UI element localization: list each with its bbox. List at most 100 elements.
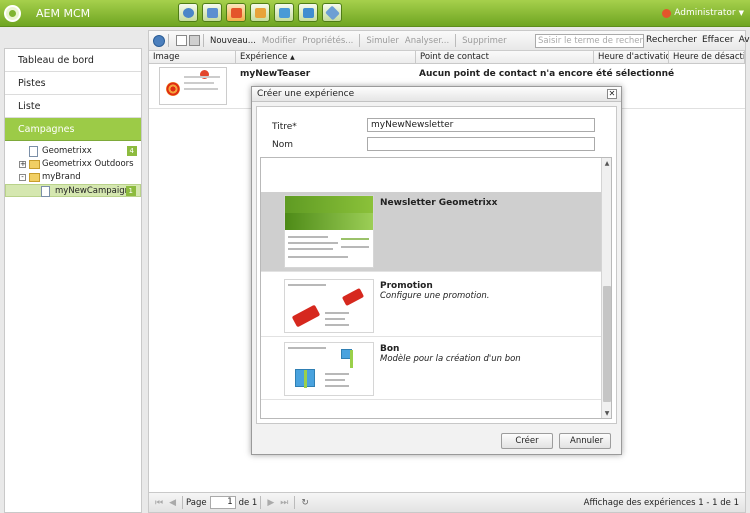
- divider: [455, 34, 457, 47]
- text-line: [325, 324, 349, 326]
- list-view-icon[interactable]: [189, 35, 200, 46]
- text-line: [288, 236, 328, 238]
- dashboard-icon[interactable]: [178, 3, 198, 22]
- template-promotion[interactable]: Promotion Configure une promotion.: [261, 275, 601, 337]
- name-label: Nom: [272, 140, 294, 150]
- photo-icon[interactable]: [274, 3, 294, 22]
- experience-name: myNewTeaser: [240, 69, 311, 79]
- gift-image: [341, 349, 353, 368]
- scroll-down-icon[interactable]: ▼: [603, 410, 611, 418]
- text-line: [341, 246, 369, 248]
- refresh-icon[interactable]: [153, 34, 165, 47]
- template-thumbnail: [284, 195, 374, 268]
- text-line: [184, 76, 220, 78]
- target-icon: [166, 82, 180, 96]
- title-label: Titre*: [272, 122, 297, 132]
- tree-node-mynewcampaign[interactable]: myNewCampaign 1: [5, 184, 141, 197]
- text-line: [325, 318, 345, 320]
- search-button[interactable]: Rechercher: [646, 35, 697, 45]
- template-voucher[interactable]: Bon Modèle pour la création d'un bon: [261, 338, 601, 400]
- tag-icon[interactable]: [322, 3, 342, 22]
- divider: [260, 496, 262, 509]
- template-newsletter[interactable]: Newsletter Geometrixx: [261, 192, 601, 272]
- scrollbar-thumb[interactable]: [603, 286, 611, 402]
- tree-node-geometrixx-outdoors[interactable]: + Geometrixx Outdoors: [5, 158, 141, 171]
- mail-icon[interactable]: [250, 3, 270, 22]
- template-list: Newsletter Geometrixx Promotion Configur…: [260, 157, 612, 419]
- experience-thumbnail: [159, 67, 227, 105]
- create-experience-dialog: Créer une expérience ✕ Titre* myNewNewsl…: [251, 86, 622, 455]
- advanced-button[interactable]: Avancé: [739, 35, 750, 45]
- name-field[interactable]: [367, 137, 595, 151]
- first-page-icon[interactable]: ⏮: [155, 498, 163, 508]
- template-description: Configure une promotion.: [380, 291, 490, 301]
- grid-view-icon[interactable]: [176, 35, 187, 46]
- text-line: [325, 312, 349, 314]
- text-line: [325, 379, 345, 381]
- sidebar-item-dashboard[interactable]: Tableau de bord: [5, 49, 141, 72]
- sidebar-item-campaigns[interactable]: Campagnes: [5, 118, 141, 141]
- user-name: Administrator: [674, 8, 736, 18]
- reports-icon[interactable]: [202, 3, 222, 22]
- scroll-up-icon[interactable]: ▲: [603, 160, 611, 168]
- simulate-button[interactable]: Simuler: [363, 36, 402, 46]
- column-touchpoint[interactable]: Point de contact: [416, 51, 594, 64]
- collapse-icon[interactable]: -: [19, 174, 26, 181]
- grid-header: Image Expérience ▲ Point de contact Heur…: [149, 51, 745, 64]
- tree-node-label: myBrand: [42, 172, 81, 182]
- app-title: AEM MCM: [36, 7, 91, 20]
- new-button[interactable]: Nouveau...: [207, 36, 259, 46]
- refresh-icon[interactable]: ↻: [301, 498, 309, 508]
- folder-icon: [29, 173, 40, 182]
- campaign-icon[interactable]: [226, 3, 246, 22]
- column-activation[interactable]: Heure d'activation: [594, 51, 669, 64]
- column-deactivation[interactable]: Heure de désactivation: [669, 51, 745, 64]
- gift-image: [295, 369, 315, 388]
- tree-node-geometrixx[interactable]: Geometrixx 4: [5, 145, 141, 158]
- divider: [294, 496, 296, 509]
- create-button[interactable]: Créer: [501, 433, 553, 449]
- toolbar: Nouveau... Modifier Propriétés... Simule…: [149, 31, 750, 51]
- properties-button[interactable]: Propriétés...: [299, 36, 356, 46]
- count-badge: 4: [126, 146, 137, 156]
- banner-image: [285, 213, 373, 230]
- delete-button[interactable]: Supprimer: [459, 36, 509, 46]
- sidebar-item-leads[interactable]: Pistes: [5, 72, 141, 95]
- template-thumbnail: [284, 342, 374, 396]
- column-experience[interactable]: Expérience ▲: [236, 51, 416, 64]
- text-line: [288, 248, 333, 250]
- template-list-scrollbar[interactable]: ▲ ▼: [601, 158, 611, 418]
- sidebar-item-lists[interactable]: Liste: [5, 95, 141, 118]
- title-field[interactable]: myNewNewsletter: [367, 118, 595, 132]
- expand-icon[interactable]: +: [19, 161, 26, 168]
- close-icon[interactable]: ✕: [607, 89, 617, 99]
- template-thumbnail: [284, 279, 374, 333]
- text-line: [341, 238, 369, 240]
- tree-node-mybrand[interactable]: - myBrand: [5, 171, 141, 184]
- clear-button[interactable]: Effacer: [702, 35, 734, 45]
- next-page-icon[interactable]: ▶: [267, 498, 274, 508]
- last-page-icon[interactable]: ⏭: [280, 498, 288, 508]
- touchpoint-value: Aucun point de contact n'a encore été sé…: [419, 69, 675, 79]
- banner-image: [285, 196, 373, 213]
- page-total: de 1: [238, 497, 258, 508]
- image-icon[interactable]: [298, 3, 318, 22]
- search-input[interactable]: Saisir le terme de recherche: [535, 34, 644, 48]
- analyze-button[interactable]: Analyser...: [402, 36, 452, 46]
- column-image[interactable]: Image: [149, 51, 236, 64]
- text-line: [288, 242, 338, 244]
- cancel-button[interactable]: Annuler: [559, 433, 611, 449]
- edit-button[interactable]: Modifier: [259, 36, 299, 46]
- sale-tag-image: [341, 287, 365, 307]
- user-menu[interactable]: Administrator ▼: [662, 8, 744, 18]
- page-number-input[interactable]: 1: [209, 496, 236, 509]
- tree-node-label: Geometrixx: [42, 146, 92, 156]
- chevron-down-icon: ▼: [738, 9, 744, 17]
- app-logo-icon[interactable]: [4, 5, 21, 22]
- prev-page-icon[interactable]: ◀: [169, 498, 176, 508]
- count-badge: 1: [125, 186, 136, 196]
- dialog-body: Titre* myNewNewsletter Nom Newsletter Ge…: [256, 106, 617, 424]
- text-line: [184, 82, 214, 84]
- template-name: Newsletter Geometrixx: [380, 198, 498, 208]
- search-actions: Rechercher Effacer Avancé: [646, 35, 750, 45]
